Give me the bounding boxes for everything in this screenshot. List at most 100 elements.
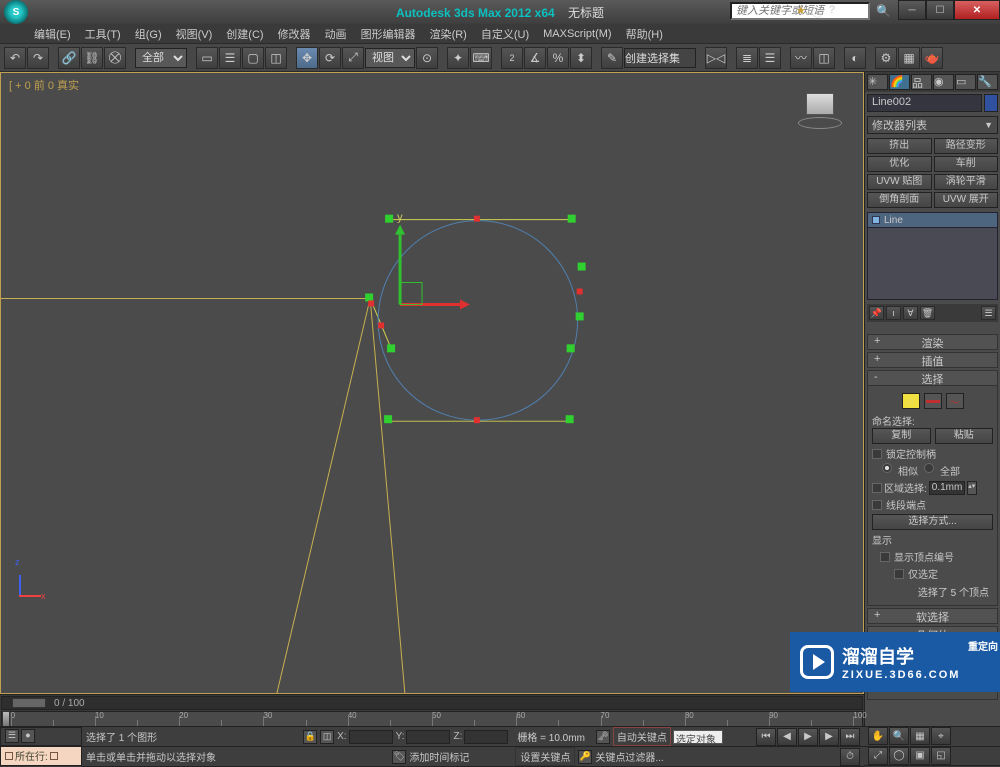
mirror-button[interactable]: ▷◁ <box>705 47 727 69</box>
sublevel-vertex[interactable]: ∴ <box>902 393 920 409</box>
orbit-button[interactable]: ◯ <box>889 747 909 765</box>
rollout-softsel[interactable]: +软选择 <box>867 608 998 624</box>
pan-view-button[interactable]: ✋ <box>868 727 888 745</box>
menu-modifier[interactable]: 修改器 <box>272 24 317 44</box>
only-sel-check[interactable] <box>894 569 904 579</box>
rollout-select[interactable]: -选择 <box>867 370 998 386</box>
undo-button[interactable]: ↶ <box>4 47 26 69</box>
rotate-button[interactable]: ⟳ <box>319 47 341 69</box>
filter-dropdown[interactable]: 全部 <box>135 48 187 68</box>
play-button[interactable]: ▶ <box>798 728 818 746</box>
window-cross-button[interactable]: ◫ <box>265 47 287 69</box>
setkey-button[interactable]: 设置关键点 <box>515 747 575 766</box>
time-thumb[interactable] <box>12 698 46 708</box>
rollout-render[interactable]: +渲染 <box>867 334 998 350</box>
remove-mod-icon[interactable]: 🗑 <box>920 306 935 320</box>
select-name-button[interactable]: ☰ <box>219 47 241 69</box>
prev-frame-button[interactable]: ◀ <box>777 728 797 746</box>
mod-lathe[interactable]: 车削 <box>934 156 999 172</box>
unlink-button[interactable]: ⛓ <box>81 47 103 69</box>
timetag-button[interactable]: 🏷 <box>392 750 406 764</box>
key-mode-icon[interactable]: 🗝 <box>596 730 610 744</box>
maximize-button[interactable]: ☐ <box>926 0 954 20</box>
fov-button[interactable]: ⌖ <box>931 727 951 745</box>
object-color-swatch[interactable] <box>984 94 998 112</box>
menu-create[interactable]: 创建(C) <box>220 24 269 44</box>
schematic-button[interactable]: ◫ <box>813 47 835 69</box>
render-setup-button[interactable]: ⚙ <box>875 47 897 69</box>
radio-similar[interactable] <box>882 463 892 473</box>
mod-extrude[interactable]: 挤出 <box>867 138 932 154</box>
move-button[interactable]: ✥ <box>296 47 318 69</box>
iso-sel-icon[interactable]: ◫ <box>320 730 334 744</box>
keyfilter-button[interactable]: 关键点过滤器... <box>595 749 663 764</box>
copy-button[interactable]: 复制 <box>872 428 931 444</box>
sublevel-spline[interactable]: 〜 <box>946 393 964 409</box>
scale-button[interactable]: ⤢ <box>342 47 364 69</box>
mod-uvwunwrap[interactable]: UVW 展开 <box>934 192 999 208</box>
snap-2d-button[interactable]: 2 <box>501 47 523 69</box>
keytarget-combo[interactable]: 选定对象 <box>673 730 723 744</box>
menu-tools[interactable]: 工具(T) <box>79 24 127 44</box>
stack-item-line[interactable]: Line <box>867 212 998 228</box>
viewcube[interactable] <box>795 93 845 143</box>
bind-button[interactable]: ⛒ <box>104 47 126 69</box>
link-button[interactable]: 🔗 <box>58 47 80 69</box>
mod-pathdeform[interactable]: 路径变形 <box>934 138 999 154</box>
menu-help[interactable]: 帮助(H) <box>620 24 669 44</box>
menu-view[interactable]: 视图(V) <box>170 24 219 44</box>
pivot-button[interactable]: ⊙ <box>416 47 438 69</box>
mod-turbosmth[interactable]: 涡轮平滑 <box>934 174 999 190</box>
coord-x[interactable] <box>349 730 393 744</box>
named-sel-edit-button[interactable]: ✎ <box>601 47 623 69</box>
goto-end-button[interactable]: ⏭ <box>840 728 860 746</box>
object-name-input[interactable]: Line002 <box>867 94 982 112</box>
layer-button[interactable]: ☰ <box>759 47 781 69</box>
select-by-button[interactable]: 选择方式... <box>872 514 993 530</box>
script-mini-button[interactable]: ☰ <box>5 729 19 743</box>
zoom-button[interactable]: 🔍 <box>889 727 909 745</box>
menu-custom[interactable]: 自定义(U) <box>475 24 535 44</box>
keyboard-button[interactable]: ⌨ <box>470 47 492 69</box>
viewcube-face[interactable] <box>806 93 834 115</box>
sublevel-segment[interactable] <box>924 393 942 409</box>
prompt-line[interactable]: 所在行: <box>0 746 82 767</box>
next-frame-button[interactable]: ▶ <box>819 728 839 746</box>
addtime-label[interactable]: 添加时间标记 <box>409 749 469 764</box>
menu-render[interactable]: 渲染(R) <box>424 24 473 44</box>
tab-util[interactable]: 🔧 <box>977 74 998 90</box>
tab-hierarchy[interactable]: 品 <box>911 74 932 90</box>
refcoord-dropdown[interactable]: 视图 <box>365 48 415 68</box>
render-button[interactable]: 🫖 <box>921 47 943 69</box>
autokey-button[interactable]: 自动关键点 <box>613 727 671 746</box>
area-spinner[interactable]: ▴▾ <box>967 481 977 495</box>
stack-body[interactable] <box>867 228 998 300</box>
help-icon[interactable]: ? <box>829 4 835 20</box>
tab-motion[interactable]: ◉ <box>933 74 954 90</box>
area-select-value[interactable]: 0.1mm <box>929 481 965 495</box>
redo-button[interactable]: ↷ <box>27 47 49 69</box>
menu-grapheditor[interactable]: 图形编辑器 <box>355 24 422 44</box>
zoom-all-button[interactable]: ▦ <box>910 727 930 745</box>
manip-button[interactable]: ✦ <box>447 47 469 69</box>
menu-edit[interactable]: 编辑(E) <box>28 24 77 44</box>
modifier-list-dropdown[interactable]: 修改器列表▼ <box>867 116 998 134</box>
menu-group[interactable]: 组(G) <box>129 24 168 44</box>
spinner-snap-button[interactable]: ⬍ <box>570 47 592 69</box>
mod-optimize[interactable]: 优化 <box>867 156 932 172</box>
close-button[interactable]: ✕ <box>954 0 1000 20</box>
seg-end-check[interactable] <box>872 500 882 510</box>
pin-stack-icon[interactable]: 📌 <box>869 306 884 320</box>
viewport-front[interactable]: [ + 0 前 0 真实 <box>0 72 864 694</box>
material-button[interactable]: ◐ <box>844 47 866 69</box>
rendered-frame-button[interactable]: ▦ <box>898 47 920 69</box>
unique-icon[interactable]: ∀ <box>903 306 918 320</box>
timeconfig-button[interactable]: ⏱ <box>840 748 860 766</box>
area-select-check[interactable] <box>872 483 882 493</box>
snap-angle-button[interactable]: ∡ <box>524 47 546 69</box>
magnify-icon[interactable]: 🔍 <box>876 4 890 18</box>
maximize-vp-button[interactable]: ▣ <box>910 747 930 765</box>
info-icon[interactable]: ⓘ <box>812 4 823 20</box>
mod-bevelprof[interactable]: 倒角剖面 <box>867 192 932 208</box>
named-selset-combo[interactable] <box>624 48 696 68</box>
